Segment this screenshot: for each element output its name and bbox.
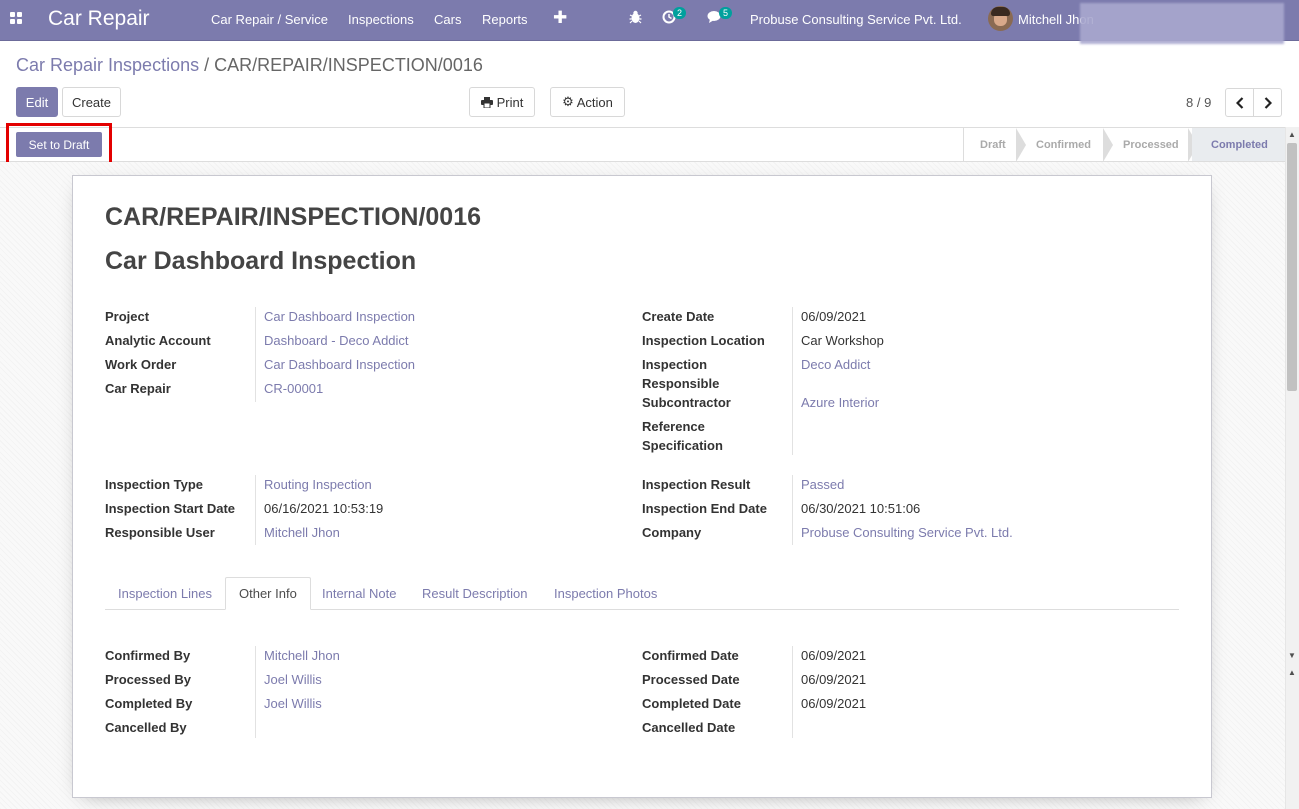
confirmed-date-value: 06/09/2021: [801, 648, 867, 663]
pager-next-button[interactable]: [1253, 88, 1282, 117]
print-label: Print: [496, 94, 524, 110]
create-date-value: 06/09/2021: [801, 309, 867, 324]
activity-clock-icon[interactable]: 2: [662, 7, 687, 27]
project-label: Project: [105, 309, 150, 324]
field-divider: [255, 646, 256, 738]
inspection-location-value: Car Workshop: [801, 333, 884, 348]
cancelled-date-label: Cancelled Date: [642, 720, 736, 735]
tab-inspection-photos[interactable]: Inspection Photos: [541, 577, 670, 610]
redacted-area: [1080, 3, 1284, 44]
pager-value[interactable]: 8 / 9: [1186, 95, 1211, 110]
stage-processed[interactable]: Processed: [1107, 128, 1191, 161]
field-divider: [792, 475, 793, 545]
menu-reports[interactable]: Reports: [482, 12, 528, 27]
action-button[interactable]: ⚙ Action: [550, 87, 625, 117]
inspection-location-label: Inspection Location: [642, 333, 765, 348]
reference-specification-label: Reference Specification: [642, 419, 723, 453]
create-button[interactable]: Create: [62, 87, 121, 117]
inspection-end-date-value: 06/30/2021 10:51:06: [801, 501, 921, 516]
completed-by-value[interactable]: Joel Willis: [264, 694, 322, 713]
inspection-type-label: Inspection Type: [105, 477, 203, 492]
stage-draft[interactable]: Draft: [963, 128, 1016, 161]
record-name: CAR/REPAIR/INSPECTION/0016: [105, 203, 482, 231]
company-switcher[interactable]: Probuse Consulting Service Pvt. Ltd.: [750, 12, 962, 27]
completed-date-label: Completed Date: [642, 696, 741, 711]
bug-icon[interactable]: [629, 10, 642, 27]
record-title: Car Dashboard Inspection: [105, 247, 417, 275]
tab-internal-note[interactable]: Internal Note: [309, 577, 409, 610]
inspection-result-value[interactable]: Passed: [801, 475, 844, 494]
completed-date-value: 06/09/2021: [801, 696, 867, 711]
chevron-left-icon: [1235, 96, 1243, 109]
stage-completed[interactable]: Completed: [1192, 128, 1285, 161]
breadcrumb-current: CAR/REPAIR/INSPECTION/0016: [214, 55, 483, 75]
edit-button[interactable]: Edit: [16, 87, 58, 117]
pager-previous-button[interactable]: [1225, 88, 1254, 117]
car-repair-value[interactable]: CR-00001: [264, 379, 323, 398]
processed-by-value[interactable]: Joel Willis: [264, 670, 322, 689]
tab-other-info[interactable]: Other Info: [225, 577, 311, 610]
inspection-type-value[interactable]: Routing Inspection: [264, 475, 372, 494]
scroll-down-arrow-icon[interactable]: ▼: [1288, 651, 1296, 660]
apps-icon[interactable]: [10, 12, 23, 25]
chevron-right-icon: [1264, 96, 1272, 109]
activity-count-badge: 2: [673, 7, 687, 19]
processed-date-label: Processed Date: [642, 672, 740, 687]
print-icon: [480, 96, 493, 108]
subcontractor-label: Subcontractor: [642, 395, 731, 410]
subcontractor-value[interactable]: Azure Interior: [801, 393, 879, 412]
create-date-label: Create Date: [642, 309, 715, 324]
cancelled-by-label: Cancelled By: [105, 720, 187, 735]
company-label: Company: [642, 525, 702, 540]
inspection-result-label: Inspection Result: [642, 477, 751, 492]
field-divider: [792, 307, 793, 455]
gear-icon: ⚙: [562, 94, 574, 109]
inspection-responsible-label: Inspection Responsible: [642, 357, 720, 391]
field-divider: [792, 646, 793, 738]
analytic-account-value[interactable]: Dashboard - Deco Addict: [264, 331, 409, 350]
completed-by-label: Completed By: [105, 696, 193, 711]
status-bar: Draft Confirmed Processed Completed: [0, 127, 1285, 162]
menu-cars[interactable]: Cars: [434, 12, 461, 27]
responsible-user-value[interactable]: Mitchell Jhon: [264, 523, 340, 542]
chat-icon[interactable]: 5: [707, 7, 733, 27]
project-value[interactable]: Car Dashboard Inspection: [264, 307, 415, 326]
plus-icon[interactable]: ✚: [553, 8, 567, 28]
processed-date-value: 06/09/2021: [801, 672, 867, 687]
message-count-badge: 5: [719, 7, 733, 19]
tab-inspection-lines[interactable]: Inspection Lines: [105, 577, 225, 610]
stage-confirmed[interactable]: Confirmed: [1020, 128, 1103, 161]
action-label: Action: [576, 94, 613, 110]
confirmed-by-value[interactable]: Mitchell Jhon: [264, 646, 340, 665]
top-navbar: Car Repair Car Repair / Service Inspecti…: [0, 0, 1299, 44]
car-repair-label: Car Repair: [105, 381, 171, 396]
inspection-start-date-label: Inspection Start Date: [105, 501, 236, 516]
tab-result-description[interactable]: Result Description: [409, 577, 541, 610]
confirmed-date-label: Confirmed Date: [642, 648, 739, 663]
print-button[interactable]: Print: [469, 87, 535, 117]
inspection-end-date-label: Inspection End Date: [642, 501, 767, 516]
field-divider: [255, 307, 256, 402]
breadcrumb-parent[interactable]: Car Repair Inspections: [16, 55, 199, 75]
app-brand[interactable]: Car Repair: [48, 7, 150, 31]
work-order-value[interactable]: Car Dashboard Inspection: [264, 355, 415, 374]
scrollbar-thumb[interactable]: [1287, 143, 1297, 391]
processed-by-label: Processed By: [105, 672, 191, 687]
menu-car-repair-service[interactable]: Car Repair / Service: [211, 12, 328, 27]
highlight-box: [6, 123, 112, 165]
field-divider: [255, 475, 256, 545]
scroll-up-arrow-icon[interactable]: ▲: [1288, 130, 1296, 139]
analytic-account-label: Analytic Account: [105, 333, 211, 348]
menu-inspections[interactable]: Inspections: [348, 12, 414, 27]
breadcrumb: Car Repair Inspections / CAR/REPAIR/INSPEC…: [16, 55, 483, 76]
confirmed-by-label: Confirmed By: [105, 648, 191, 663]
responsible-user-label: Responsible User: [105, 525, 215, 540]
user-avatar[interactable]: [988, 6, 1013, 31]
scroll-up-arrow-icon[interactable]: ▲: [1288, 668, 1296, 677]
inspection-responsible-value[interactable]: Deco Addict: [801, 355, 870, 374]
company-value[interactable]: Probuse Consulting Service Pvt. Ltd.: [801, 523, 1013, 542]
breadcrumb-separator: /: [204, 55, 210, 75]
inspection-start-date-value: 06/16/2021 10:53:19: [264, 501, 384, 516]
work-order-label: Work Order: [105, 357, 177, 372]
